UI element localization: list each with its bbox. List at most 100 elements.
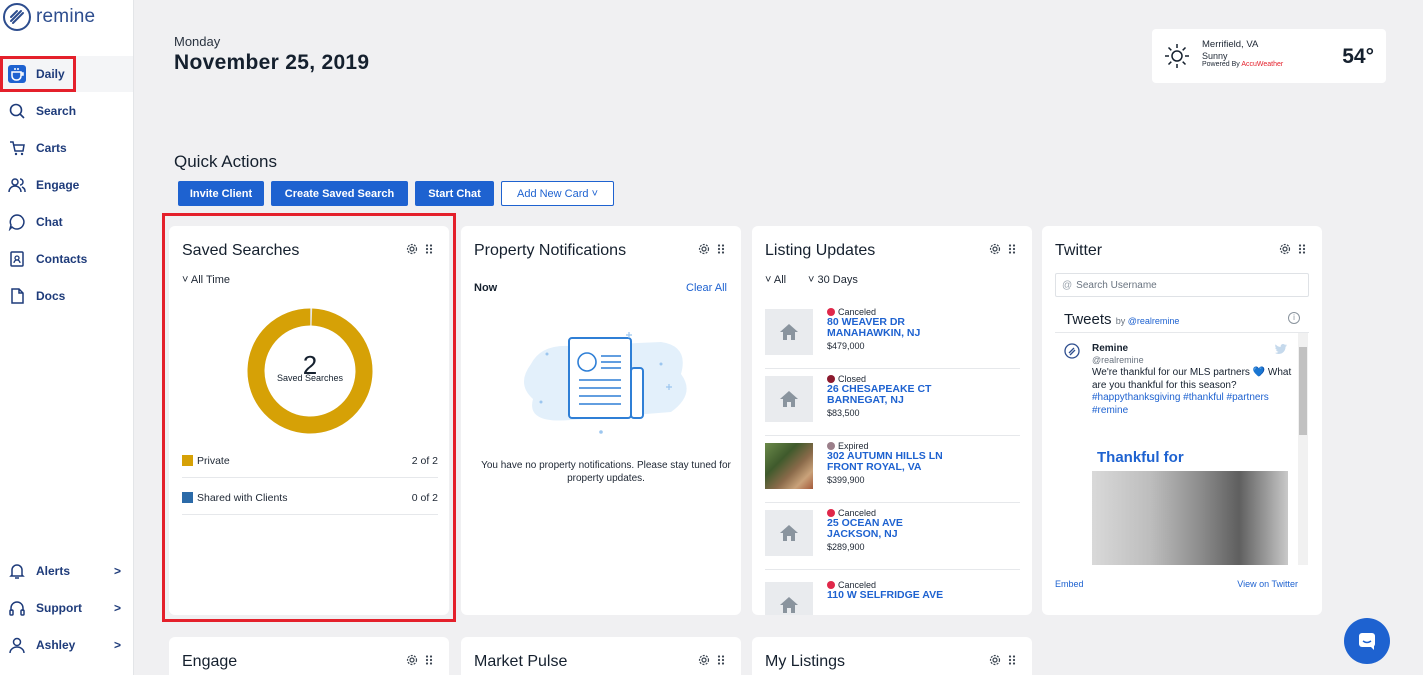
date-range-filter[interactable]: ˅ 30 Days <box>808 274 858 286</box>
chevron-right-icon: > <box>113 601 121 615</box>
day-label: Monday <box>174 34 221 49</box>
listing-item[interactable]: Canceled 80 WEAVER DR MANAHAWKIN, NJ $479… <box>765 303 1020 369</box>
chat-icon <box>1359 633 1375 650</box>
bell-icon <box>8 562 26 580</box>
listing-item[interactable]: Closed 26 CHESAPEAKE CT BARNEGAT, NJ $83,… <box>765 370 1020 436</box>
gear-icon[interactable] <box>1279 243 1291 255</box>
tweet-timeline[interactable]: Remine @realremine We're thankful for ou… <box>1055 333 1309 565</box>
card-tools <box>1279 243 1308 255</box>
drag-handle-icon[interactable] <box>1006 243 1018 255</box>
tweets-by-handle-link[interactable]: @realremine <box>1128 316 1180 326</box>
card-title: Engage <box>182 653 238 670</box>
twitter-bird-icon[interactable] <box>1275 344 1287 354</box>
sidebar-item-account[interactable]: Ashley > <box>0 627 133 663</box>
tweet-text: We're thankful for our MLS partners 💙 Wh… <box>1092 367 1292 391</box>
tweet-hashtags[interactable]: #happythanksgiving #thankful #partners #… <box>1092 392 1292 417</box>
drag-handle-icon[interactable] <box>715 654 727 666</box>
add-new-card-button[interactable]: Add New Card ˅ <box>501 181 614 206</box>
sidebar-item-docs[interactable]: Docs <box>0 278 133 314</box>
support-chat-button[interactable] <box>1344 618 1390 664</box>
sidebar-item-label: Ashley <box>36 638 76 652</box>
weather-powered-by: Powered By AccuWeather <box>1202 61 1283 68</box>
sidebar-item-chat[interactable]: Chat <box>0 204 133 240</box>
sidebar-item-contacts[interactable]: Contacts <box>0 241 133 277</box>
listing-address[interactable]: 25 OCEAN AVE JACKSON, NJ <box>827 518 903 540</box>
sidebar-item-label: Docs <box>36 289 66 303</box>
gear-icon[interactable] <box>698 243 710 255</box>
tweet-author-handle[interactable]: @realremine <box>1092 355 1144 365</box>
sidebar-item-engage[interactable]: Engage <box>0 167 133 203</box>
card-tools <box>698 654 727 666</box>
gear-icon[interactable] <box>406 654 418 666</box>
invite-client-button[interactable]: Invite Client <box>178 181 264 206</box>
home-icon <box>780 324 798 340</box>
weather-condition: Sunny <box>1202 51 1228 61</box>
listing-item[interactable]: Canceled 25 OCEAN AVE JACKSON, NJ $289,90… <box>765 504 1020 570</box>
tweets-by: by @realremine <box>1116 316 1180 326</box>
listing-price: $289,900 <box>827 542 865 552</box>
listing-address[interactable]: 80 WEAVER DR MANAHAWKIN, NJ <box>827 317 920 339</box>
sidebar-item-search[interactable]: Search <box>0 93 133 129</box>
now-label: Now <box>474 282 498 294</box>
card-title: Listing Updates <box>765 242 876 259</box>
drag-handle-icon[interactable] <box>715 243 727 255</box>
gear-icon[interactable] <box>698 654 710 666</box>
chevron-right-icon: > <box>113 564 121 578</box>
cart-icon <box>8 139 26 157</box>
sidebar-item-label: Alerts <box>36 564 71 578</box>
listing-address[interactable]: 26 CHESAPEAKE CT BARNEGAT, NJ <box>827 384 931 406</box>
card-title: My Listings <box>765 653 846 670</box>
start-chat-button[interactable]: Start Chat <box>415 181 494 206</box>
sidebar-item-support[interactable]: Support > <box>0 590 133 626</box>
listing-address[interactable]: 302 AUTUMN HILLS LN FRONT ROYAL, VA <box>827 451 943 473</box>
remine-logo[interactable]: remine <box>2 2 95 32</box>
scrollbar-thumb[interactable] <box>1299 347 1307 435</box>
engage-card: Engage <box>169 637 449 675</box>
status-dot <box>827 442 835 450</box>
view-on-twitter-link[interactable]: View on Twitter <box>1237 579 1298 589</box>
listing-updates-card: Listing Updates ˅ All ˅ 30 Days Canceled… <box>752 226 1032 615</box>
listing-thumbnail <box>765 376 813 422</box>
weather-temperature: 54° <box>1342 45 1374 68</box>
sidebar-item-label: Carts <box>36 141 67 155</box>
info-icon[interactable]: i <box>1288 312 1300 324</box>
tweet-image[interactable] <box>1092 471 1288 565</box>
sidebar: remine Daily Search Carts Engage Chat Co… <box>0 0 134 675</box>
sidebar-item-carts[interactable]: Carts <box>0 130 133 166</box>
search-icon <box>8 102 26 120</box>
timeline-scrollbar[interactable] <box>1298 333 1308 565</box>
tweets-label: Tweets <box>1064 311 1112 328</box>
drag-handle-icon[interactable] <box>1006 654 1018 666</box>
by-label: by <box>1115 316 1126 326</box>
status-dot <box>827 308 835 316</box>
tweet-author-name[interactable]: Remine <box>1092 343 1128 354</box>
market-pulse-card: Market Pulse <box>461 637 741 675</box>
status-dot <box>827 581 835 589</box>
drag-handle-icon[interactable] <box>1296 243 1308 255</box>
search-placeholder: Search Username <box>1076 279 1157 291</box>
card-tools <box>989 654 1018 666</box>
listing-type-filter[interactable]: ˅ All <box>765 274 786 286</box>
listing-address[interactable]: 110 W SELFRIDGE AVE <box>827 590 943 601</box>
gear-icon[interactable] <box>989 243 1001 255</box>
listing-item[interactable]: Expired 302 AUTUMN HILLS LN FRONT ROYAL, … <box>765 437 1020 503</box>
chevron-right-icon: > <box>113 638 121 652</box>
user-icon <box>8 636 26 654</box>
listing-price: $479,000 <box>827 341 865 351</box>
listing-item[interactable]: Canceled 110 W SELFRIDGE AVE <box>765 576 1020 615</box>
sidebar-item-alerts[interactable]: Alerts > <box>0 553 133 589</box>
contact-card-icon <box>8 250 26 268</box>
my-listings-card: My Listings <box>752 637 1032 675</box>
gear-icon[interactable] <box>989 654 1001 666</box>
embed-link[interactable]: Embed <box>1055 579 1084 589</box>
clear-all-link[interactable]: Clear All <box>686 282 727 294</box>
home-icon <box>780 597 798 613</box>
address-line-2: JACKSON, NJ <box>827 528 898 540</box>
twitter-username-search-input[interactable]: @ Search Username <box>1055 273 1309 297</box>
sun-icon <box>1165 44 1189 68</box>
create-saved-search-button[interactable]: Create Saved Search <box>271 181 408 206</box>
twitter-card: Twitter @ Search Username Tweets by @rea… <box>1042 226 1322 615</box>
drag-handle-icon[interactable] <box>423 654 435 666</box>
card-title: Twitter <box>1055 242 1103 259</box>
powered-by-text: Powered By <box>1202 61 1240 68</box>
